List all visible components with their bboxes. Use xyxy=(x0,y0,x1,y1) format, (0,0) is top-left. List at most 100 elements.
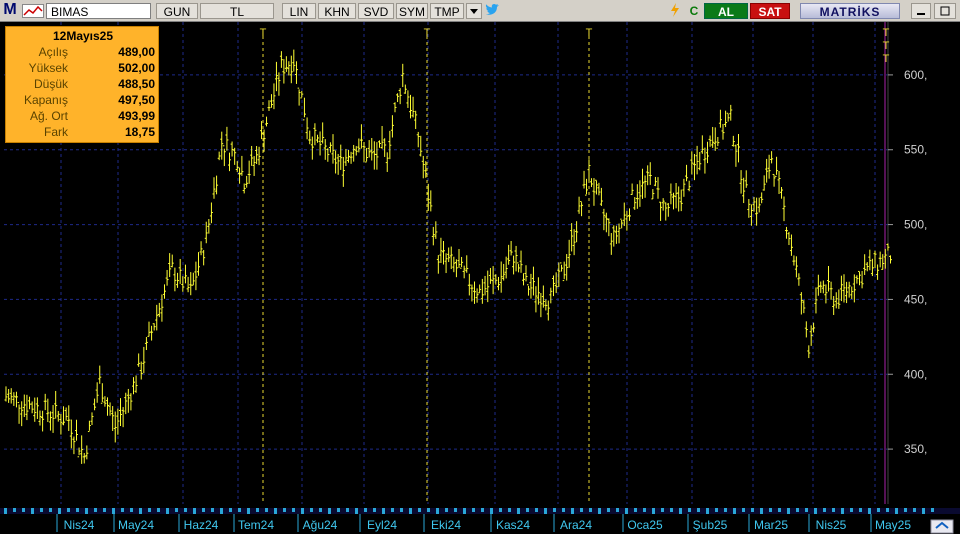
period-button[interactable]: GUN xyxy=(156,3,198,19)
dropdown-icon[interactable] xyxy=(466,3,482,19)
currency-button[interactable]: TL xyxy=(200,3,274,19)
timeline-tick xyxy=(4,508,7,514)
linear-scale-button[interactable]: LIN xyxy=(282,3,316,19)
timeline-tick xyxy=(265,508,268,512)
x-tick-label: Tem24 xyxy=(238,518,274,532)
buy-button[interactable]: AL xyxy=(704,3,748,19)
timeline-tick xyxy=(562,508,565,512)
chart-toolbar: M BIMAS GUN TL LIN KHN SVD SYM TMP C AL … xyxy=(0,0,960,22)
info-label: Fark xyxy=(44,125,68,139)
info-value: 493,99 xyxy=(118,109,155,123)
info-value: 489,00 xyxy=(118,45,155,59)
timeline-tick xyxy=(112,508,115,514)
timeline-tick xyxy=(490,508,493,514)
symbol-input[interactable]: BIMAS xyxy=(46,3,151,19)
timeline-tick xyxy=(517,508,520,514)
timeline-tick xyxy=(877,508,880,512)
timeline-tick xyxy=(445,508,448,512)
timeline-tick xyxy=(382,508,385,514)
timeline-tick xyxy=(139,508,142,514)
x-tick-label: Haz24 xyxy=(184,518,219,532)
tmp-button[interactable]: TMP xyxy=(430,3,464,19)
timeline-tick xyxy=(58,508,61,514)
info-date: 12Mayıs25 xyxy=(52,29,114,43)
y-tick-label: 450, xyxy=(904,292,927,306)
timeline-tick xyxy=(220,508,223,514)
timeline-tick xyxy=(472,508,475,512)
y-tick-label: 350, xyxy=(904,442,927,456)
info-value: 18,75 xyxy=(124,125,155,139)
timeline-tick xyxy=(868,508,871,514)
marker-label: T xyxy=(424,27,431,39)
timeline-tick xyxy=(49,508,52,512)
y-tick-label: 550, xyxy=(904,143,927,157)
timeline-tick xyxy=(526,508,529,512)
timeline-tick xyxy=(427,508,430,512)
timeline-tick xyxy=(661,508,664,512)
info-value: 488,50 xyxy=(118,77,155,91)
timeline-tick xyxy=(454,508,457,512)
info-value: 502,00 xyxy=(118,61,155,75)
timeline-tick xyxy=(274,508,277,514)
timeline-tick xyxy=(283,508,286,512)
y-tick-label: 400, xyxy=(904,367,927,381)
timeline-tick xyxy=(697,508,700,512)
timeline-tick xyxy=(202,508,205,512)
timeline-tick xyxy=(193,508,196,514)
info-label: Ağ. Ort xyxy=(29,109,68,123)
c-button[interactable]: C xyxy=(686,3,702,19)
timeline-tick xyxy=(733,508,736,514)
timeline-tick xyxy=(616,508,619,512)
info-row-change: Fark 18,75 xyxy=(6,125,160,140)
timeline-tick xyxy=(103,508,106,512)
x-tick-label: Nis24 xyxy=(64,518,95,532)
x-tick-label: Ara24 xyxy=(560,518,592,532)
lightning-icon[interactable] xyxy=(667,3,683,19)
timeline-tick xyxy=(922,508,925,514)
timeline-tick xyxy=(607,508,610,512)
timeline-tick xyxy=(310,508,313,512)
timeline-tick xyxy=(157,508,160,512)
timeline-tick xyxy=(814,508,817,514)
x-tick-label: Kas24 xyxy=(496,518,530,532)
timeline-tick xyxy=(724,508,727,512)
minimize-icon[interactable] xyxy=(911,3,931,19)
timeline-tick xyxy=(337,508,340,512)
info-label: Yüksek xyxy=(28,61,68,75)
timeline-tick xyxy=(292,508,295,512)
timeline-tick xyxy=(742,508,745,512)
timeline-tick xyxy=(571,508,574,514)
timeline-tick xyxy=(481,508,484,512)
khn-button[interactable]: KHN xyxy=(318,3,356,19)
timeline-tick xyxy=(175,508,178,512)
timeline-tick xyxy=(769,508,772,512)
timeline-tick xyxy=(121,508,124,512)
sell-button[interactable]: SAT xyxy=(750,3,790,19)
timeline-tick xyxy=(751,508,754,512)
timeline-tick xyxy=(229,508,232,512)
timeline-tick xyxy=(823,508,826,512)
app-logo-icon: M xyxy=(3,1,17,18)
x-tick-label: May25 xyxy=(875,518,911,532)
timeline-tick xyxy=(499,508,502,512)
x-tick-label: Oca25 xyxy=(627,518,663,532)
svd-button[interactable]: SVD xyxy=(358,3,394,19)
timeline-tick xyxy=(85,508,88,514)
timeline-tick xyxy=(580,508,583,512)
x-tick-label: Eki24 xyxy=(431,518,461,532)
x-tick-label: Şub25 xyxy=(693,518,728,532)
timeline-tick xyxy=(301,508,304,514)
brand-logo: MATRİKS xyxy=(800,3,900,19)
close-icon[interactable] xyxy=(934,3,956,19)
twitter-icon[interactable] xyxy=(484,3,502,19)
timeline-tick xyxy=(22,508,25,512)
timeline-tick xyxy=(346,508,349,512)
timeline-tick xyxy=(76,508,79,512)
timeline-tick xyxy=(373,508,376,512)
mini-chart-icon[interactable] xyxy=(22,4,44,18)
sym-button[interactable]: SYM xyxy=(396,3,428,19)
timeline-tick xyxy=(409,508,412,514)
timeline-tick xyxy=(859,508,862,512)
timeline-tick xyxy=(256,508,259,512)
timeline-tick xyxy=(589,508,592,512)
